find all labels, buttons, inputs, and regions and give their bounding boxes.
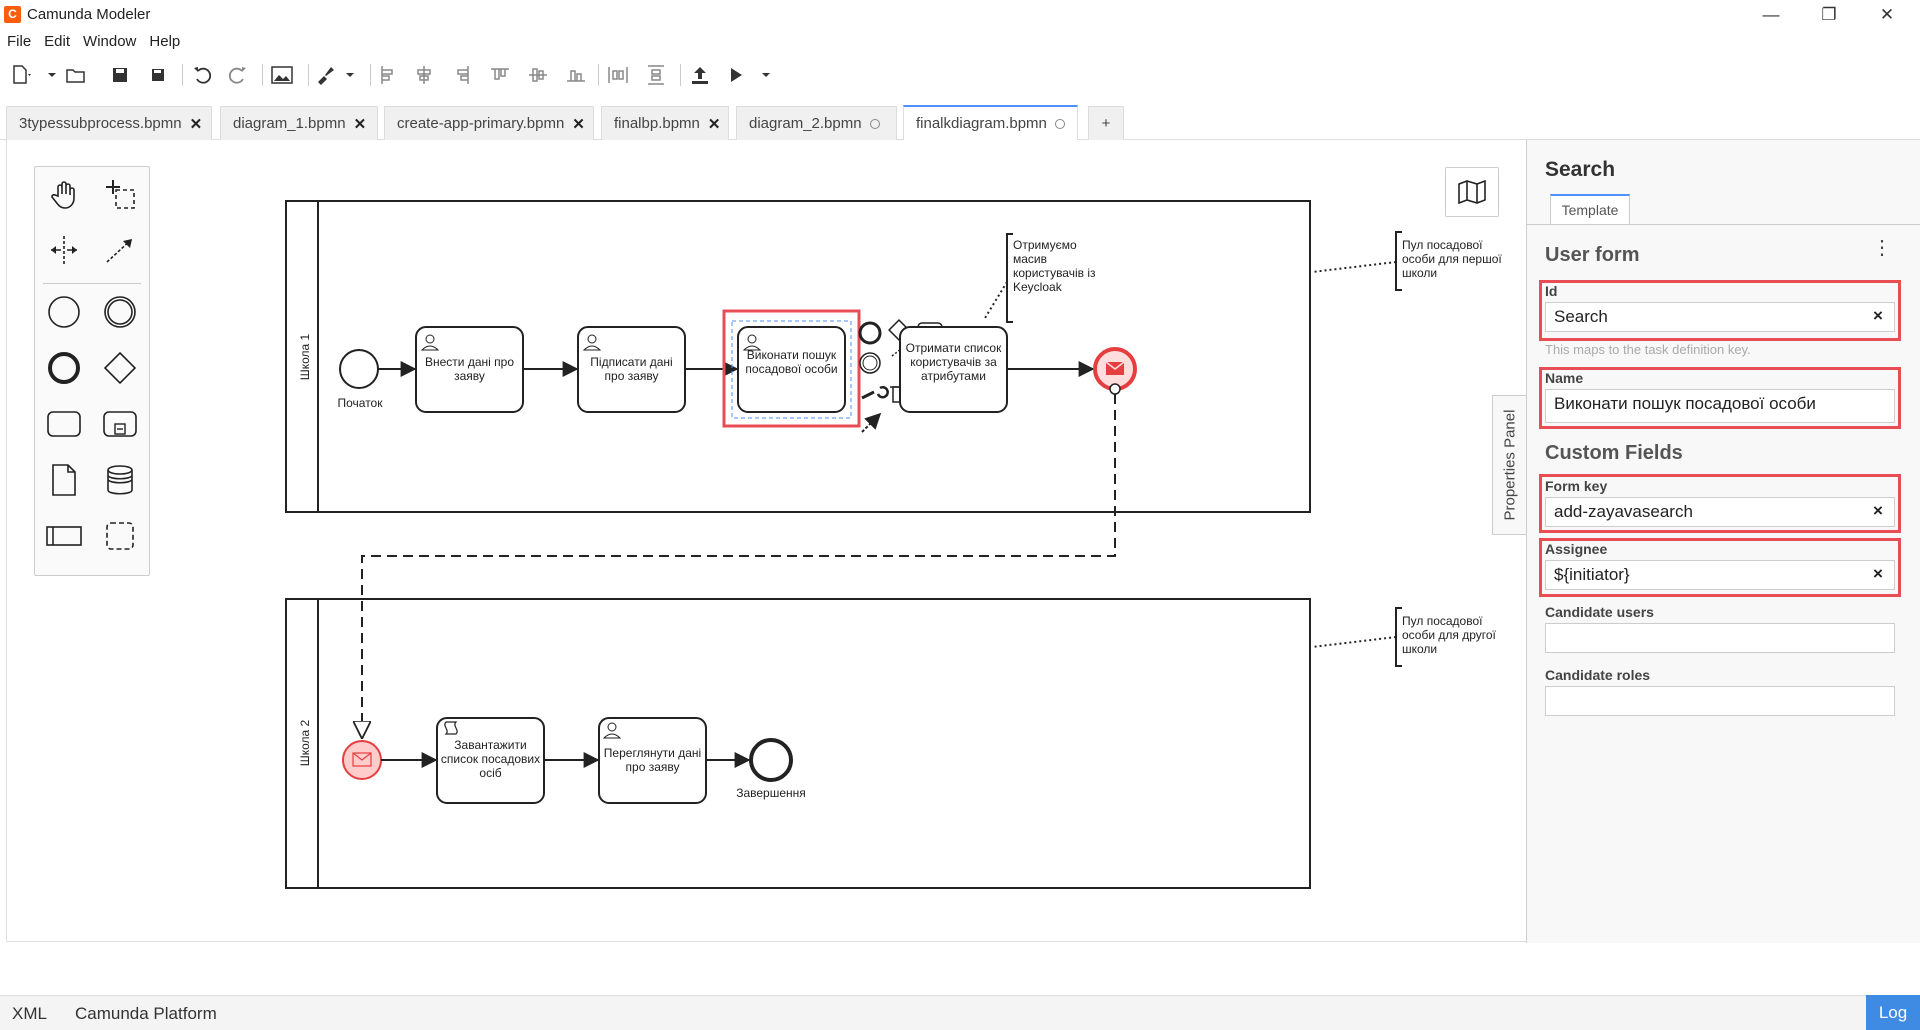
- log-button[interactable]: Log: [1866, 995, 1920, 1030]
- end-event[interactable]: [749, 738, 793, 782]
- candidate-roles-label: Candidate roles: [1545, 667, 1651, 683]
- minimap-toggle-button[interactable]: [1445, 167, 1499, 217]
- subprocess-tool-icon[interactable]: [97, 401, 143, 447]
- form-key-field[interactable]: add-zayavasearch: [1545, 497, 1895, 527]
- maximize-button[interactable]: ❐: [1806, 2, 1852, 28]
- start-event-tool-icon[interactable]: [41, 289, 87, 335]
- group-custom-fields: Custom Fields: [1545, 442, 1683, 464]
- xml-button[interactable]: XML: [12, 1004, 47, 1024]
- end-event-tool-icon[interactable]: [41, 345, 87, 391]
- data-object-tool-icon[interactable]: [41, 457, 87, 503]
- start-event[interactable]: [339, 349, 379, 389]
- space-tool-icon[interactable]: [41, 227, 87, 273]
- lane-label-1: Школа 1: [298, 333, 313, 381]
- assignee-label: Assignee: [1545, 541, 1608, 557]
- task-tool-icon[interactable]: [41, 401, 87, 447]
- start-event-label: Початок: [337, 396, 383, 410]
- name-label: Name: [1545, 370, 1584, 386]
- pool-note-2: Пул посадової особи для другої школи: [1402, 614, 1496, 656]
- task-label-6: Переглянути дані про заяву: [603, 746, 702, 774]
- intermediate-event-tool-icon[interactable]: [97, 289, 143, 335]
- lasso-tool-icon[interactable]: [97, 171, 143, 217]
- task-label-3: Виконати пошук посадової особи: [745, 348, 838, 376]
- close-window-button[interactable]: ✕: [1864, 2, 1910, 28]
- name-field[interactable]: Виконати пошук посадової особи: [1545, 389, 1895, 423]
- id-description: This maps to the task definition key.: [1545, 342, 1751, 357]
- map-icon: [1458, 179, 1486, 205]
- task-label-1: Внести дані про заяву: [425, 355, 514, 383]
- task-label-5: Завантажити список посадових осіб: [440, 738, 541, 780]
- clear-icon[interactable]: ×: [1873, 564, 1883, 584]
- annotation-text: Отримуємо масив користувачів із Keycloak: [1013, 238, 1096, 294]
- hand-tool-icon[interactable]: [41, 171, 87, 217]
- candidate-roles-field[interactable]: [1545, 686, 1895, 716]
- minimize-button[interactable]: —: [1748, 2, 1794, 28]
- data-store-tool-icon[interactable]: [97, 457, 143, 503]
- group-user-form: User form: [1545, 244, 1640, 266]
- properties-panel-toggle[interactable]: Properties Panel: [1492, 395, 1526, 535]
- group-tool-icon[interactable]: [97, 513, 143, 559]
- form-key-label: Form key: [1545, 478, 1608, 494]
- assignee-field[interactable]: ${initiator}: [1545, 560, 1895, 590]
- candidate-users-label: Candidate users: [1545, 604, 1654, 620]
- platform-indicator[interactable]: Camunda Platform: [75, 1004, 217, 1024]
- id-label: Id: [1545, 283, 1558, 299]
- id-field[interactable]: Search: [1545, 302, 1895, 332]
- end-event-label: Завершення: [736, 786, 806, 800]
- gateway-tool-icon[interactable]: [97, 345, 143, 391]
- clear-icon[interactable]: ×: [1873, 501, 1883, 521]
- bpmn-diagram[interactable]: [0, 0, 1526, 942]
- tab-template[interactable]: Template: [1550, 194, 1630, 224]
- tool-palette: [34, 166, 150, 576]
- properties-title: Search: [1545, 158, 1616, 181]
- camunda-modeler-window: C Camunda Modeler — ❐ ✕ File Edit Window He…: [0, 0, 1920, 1030]
- pool-tool-icon[interactable]: [41, 513, 87, 559]
- global-connect-tool-icon[interactable]: [97, 227, 143, 273]
- lane-label-2: Школа 2: [298, 719, 313, 767]
- properties-panel-label: Properties Panel: [1501, 409, 1518, 521]
- pool-note-1: Пул посадової особи для першої школи: [1402, 238, 1502, 280]
- status-bar: XML Camunda Platform: [0, 995, 1920, 1030]
- clear-icon[interactable]: ×: [1873, 306, 1883, 326]
- more-options-icon[interactable]: ⋮: [1872, 238, 1892, 258]
- candidate-users-field[interactable]: [1545, 623, 1895, 653]
- task-label-4: Отримати список користувачів за атрибута…: [905, 341, 1002, 383]
- task-label-2: Підписати дані про заяву: [590, 355, 673, 383]
